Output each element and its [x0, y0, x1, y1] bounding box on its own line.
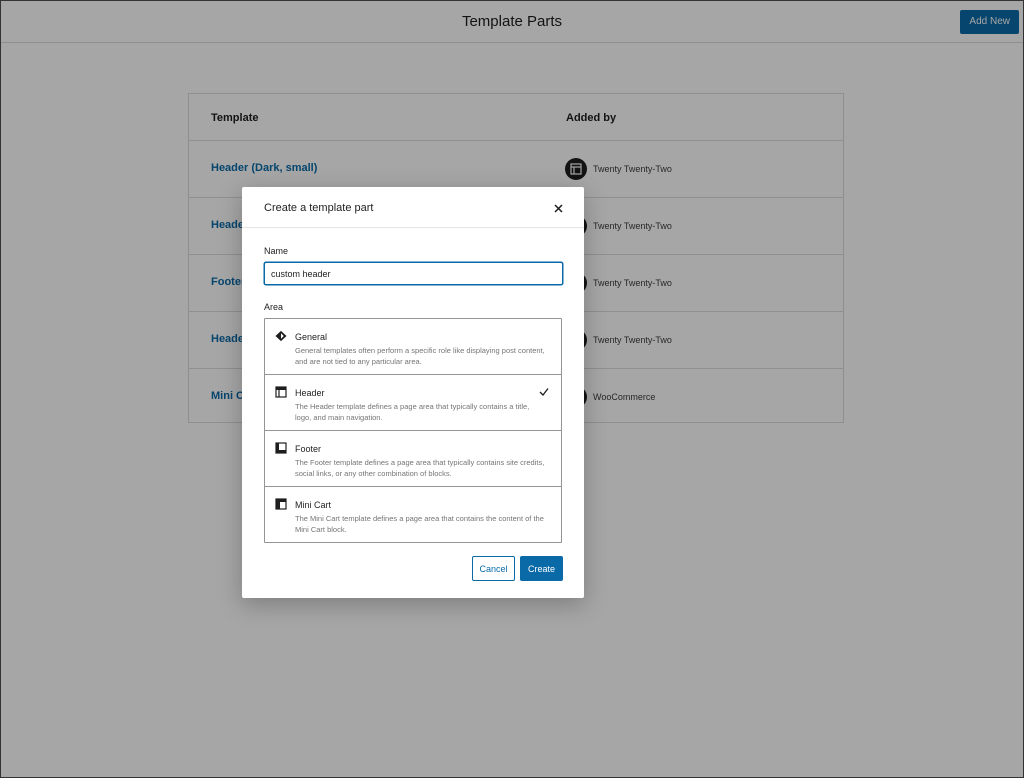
area-option-title: Footer — [295, 444, 322, 454]
area-label: Area — [264, 302, 284, 312]
header-layout-icon — [275, 386, 287, 398]
area-option-title: Header — [295, 388, 325, 398]
area-options: General General templates often perform … — [264, 318, 562, 543]
name-input[interactable] — [264, 262, 563, 285]
diamond-icon — [275, 330, 287, 342]
check-icon — [539, 388, 549, 396]
area-option-mini-cart[interactable]: Mini Cart The Mini Cart template defines… — [265, 487, 561, 543]
dialog-title: Create a template part — [264, 202, 374, 214]
close-button[interactable] — [550, 200, 566, 216]
area-option-general[interactable]: General General templates often perform … — [265, 319, 561, 375]
area-option-description: The Mini Cart template defines a page ar… — [295, 514, 544, 534]
create-button[interactable]: Create — [520, 556, 563, 581]
area-option-header[interactable]: Header The Header template defines a pag… — [265, 375, 561, 431]
close-icon — [553, 203, 563, 213]
area-option-title: Mini Cart — [295, 500, 332, 510]
area-option-description: The Header template defines a page area … — [295, 402, 530, 422]
sidebar-layout-icon — [275, 498, 287, 510]
site-editor: Template Parts Add New Template Added by… — [0, 0, 1024, 778]
cancel-button[interactable]: Cancel — [472, 556, 515, 581]
create-template-part-dialog: Create a template part Name Area General… — [242, 187, 584, 598]
dialog-header: Create a template part — [242, 187, 584, 228]
area-option-title: General — [295, 332, 328, 342]
area-option-footer[interactable]: Footer The Footer template defines a pag… — [265, 431, 561, 487]
area-option-description: The Footer template defines a page area … — [295, 458, 545, 478]
name-label: Name — [264, 246, 289, 256]
footer-layout-icon — [275, 442, 287, 454]
area-option-description: General templates often perform a specif… — [295, 346, 545, 366]
